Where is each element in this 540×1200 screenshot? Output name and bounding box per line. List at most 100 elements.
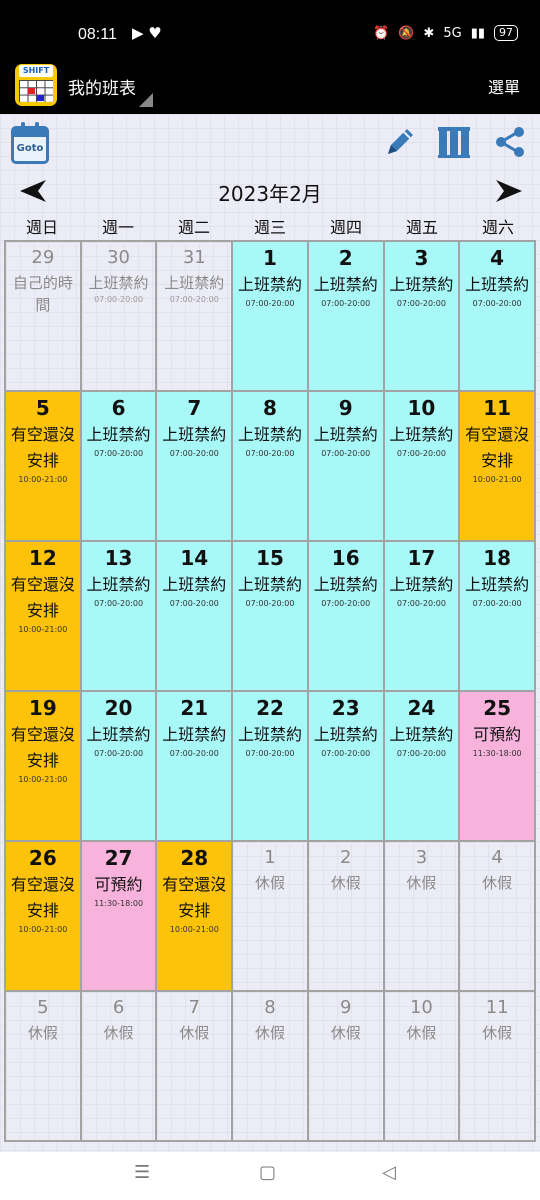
- day-cell[interactable]: 21 上班禁約 07:00-20:00: [157, 692, 232, 840]
- day-cell[interactable]: 12 有空還沒安排 10:00-21:00: [6, 542, 80, 690]
- weekday-tue: 週二: [177, 218, 210, 237]
- day-cell[interactable]: 11 休假: [460, 992, 534, 1140]
- day-number: 31: [182, 247, 206, 268]
- shift-label: 有空還沒安排: [162, 875, 227, 920]
- bluetooth-icon: ✱: [423, 25, 435, 41]
- shift-label: 有空還沒安排: [10, 575, 75, 620]
- day-number: 27: [104, 846, 133, 870]
- day-cell[interactable]: 7 休假: [157, 992, 232, 1140]
- shift-label: 上班禁約: [389, 275, 454, 294]
- day-number: 25: [483, 696, 512, 720]
- day-cell[interactable]: 5 休假: [6, 992, 80, 1140]
- app-logo-label: SHIFT: [19, 65, 53, 77]
- shift-label: 自己的時間: [12, 274, 73, 314]
- day-cell[interactable]: 2 上班禁約 07:00-20:00: [308, 242, 383, 390]
- day-cell[interactable]: 1 上班禁約 07:00-20:00: [233, 242, 307, 390]
- home-icon[interactable]: ▢: [259, 1162, 276, 1183]
- goto-label: Goto: [16, 143, 44, 154]
- schedule-selector[interactable]: 我的班表: [68, 74, 136, 99]
- shift-label: 上班禁約: [237, 575, 302, 594]
- day-cell[interactable]: 3 休假: [384, 842, 459, 990]
- shift-time: 07:00-20:00: [396, 599, 446, 608]
- day-cell[interactable]: 9 上班禁約 07:00-20:00: [308, 392, 383, 540]
- day-number: 20: [104, 696, 133, 720]
- pencil-icon[interactable]: [382, 124, 418, 160]
- day-cell[interactable]: 3 上班禁約 07:00-20:00: [384, 242, 459, 390]
- recent-apps-icon[interactable]: ☰: [134, 1162, 150, 1183]
- day-cell[interactable]: 4 休假: [460, 842, 534, 990]
- day-cell[interactable]: 8 上班禁約 07:00-20:00: [233, 392, 307, 540]
- day-number: 5: [37, 997, 49, 1018]
- weekday-sun: 週日: [25, 218, 58, 237]
- day-number: 21: [180, 696, 209, 720]
- status-time: 08:11: [78, 26, 117, 43]
- day-number: 2: [338, 246, 353, 270]
- day-cell[interactable]: 8 休假: [233, 992, 307, 1140]
- shift-time: 07:00-20:00: [321, 299, 371, 308]
- day-cell[interactable]: 27 可預約 11:30-18:00: [81, 842, 156, 990]
- day-cell[interactable]: 6 上班禁約 07:00-20:00: [81, 392, 156, 540]
- day-cell[interactable]: 13 上班禁約 07:00-20:00: [81, 542, 156, 690]
- day-cell[interactable]: 29 自己的時間: [6, 242, 80, 390]
- day-cell[interactable]: 10 上班禁約 07:00-20:00: [384, 392, 459, 540]
- day-cell[interactable]: 19 有空還沒安排 10:00-21:00: [6, 692, 80, 840]
- shift-time: 07:00-20:00: [169, 295, 219, 304]
- shift-label: 上班禁約: [313, 275, 378, 294]
- goto-calendar-button[interactable]: Goto: [11, 122, 49, 164]
- columns-icon[interactable]: [436, 124, 472, 160]
- day-cell[interactable]: 11 有空還沒安排 10:00-21:00: [460, 392, 534, 540]
- shift-time: 10:00-21:00: [18, 475, 68, 484]
- dropdown-indicator-icon[interactable]: [139, 93, 153, 107]
- prev-month-icon[interactable]: [18, 178, 48, 204]
- shift-label: 休假: [330, 1024, 361, 1042]
- month-title: 2023年2月: [218, 182, 322, 206]
- shift-label: 休假: [330, 874, 361, 892]
- day-cell[interactable]: 18 上班禁約 07:00-20:00: [460, 542, 534, 690]
- day-cell[interactable]: 24 上班禁約 07:00-20:00: [384, 692, 459, 840]
- day-cell[interactable]: 4 上班禁約 07:00-20:00: [460, 242, 534, 390]
- day-cell[interactable]: 31 上班禁約 07:00-20:00: [157, 242, 232, 390]
- shift-label: 上班禁約: [164, 274, 225, 292]
- day-cell[interactable]: 30 上班禁約 07:00-20:00: [81, 242, 156, 390]
- back-icon[interactable]: ◁: [382, 1162, 396, 1183]
- day-cell[interactable]: 2 休假: [308, 842, 383, 990]
- day-cell[interactable]: 14 上班禁約 07:00-20:00: [157, 542, 232, 690]
- day-cell[interactable]: 28 有空還沒安排 10:00-21:00: [157, 842, 232, 990]
- day-cell[interactable]: 17 上班禁約 07:00-20:00: [384, 542, 459, 690]
- day-cell[interactable]: 16 上班禁約 07:00-20:00: [308, 542, 383, 690]
- day-number: 3: [414, 246, 429, 270]
- shift-label: 上班禁約: [465, 275, 530, 294]
- shift-label: 上班禁約: [86, 425, 151, 444]
- menu-button[interactable]: 選單: [488, 74, 520, 98]
- weekday-sat: 週六: [481, 218, 514, 237]
- shift-time: 07:00-20:00: [321, 749, 371, 758]
- signal-icon: ▮▮: [470, 25, 485, 41]
- day-cell[interactable]: 9 休假: [308, 992, 383, 1140]
- day-cell[interactable]: 15 上班禁約 07:00-20:00: [233, 542, 307, 690]
- shift-time: 11:30-18:00: [94, 899, 144, 908]
- day-cell[interactable]: 22 上班禁約 07:00-20:00: [233, 692, 307, 840]
- day-cell[interactable]: 5 有空還沒安排 10:00-21:00: [6, 392, 80, 540]
- day-cell[interactable]: 1 休假: [233, 842, 307, 990]
- day-cell[interactable]: 6 休假: [81, 992, 156, 1140]
- share-icon[interactable]: [492, 124, 528, 160]
- shift-time: 07:00-20:00: [472, 599, 522, 608]
- day-number: 14: [180, 546, 209, 570]
- notification-icons: ▶ ♥: [132, 24, 162, 42]
- day-cell[interactable]: 20 上班禁約 07:00-20:00: [81, 692, 156, 840]
- day-number: 28: [180, 846, 209, 870]
- shift-time: 07:00-20:00: [472, 299, 522, 308]
- shift-label: 休假: [406, 874, 437, 892]
- day-cell[interactable]: 23 上班禁約 07:00-20:00: [308, 692, 383, 840]
- next-month-icon[interactable]: [494, 178, 524, 204]
- day-cell[interactable]: 7 上班禁約 07:00-20:00: [157, 392, 232, 540]
- shift-time: 07:00-20:00: [396, 449, 446, 458]
- weekday-mon: 週一: [101, 218, 134, 237]
- day-cell[interactable]: 25 可預約 11:30-18:00: [460, 692, 534, 840]
- shift-label: 上班禁約: [86, 575, 151, 594]
- day-cell[interactable]: 10 休假: [384, 992, 459, 1140]
- battery-icon: 97: [494, 25, 518, 41]
- shift-time: 07:00-20:00: [321, 599, 371, 608]
- day-cell[interactable]: 26 有空還沒安排 10:00-21:00: [6, 842, 80, 990]
- shift-time: 07:00-20:00: [169, 449, 219, 458]
